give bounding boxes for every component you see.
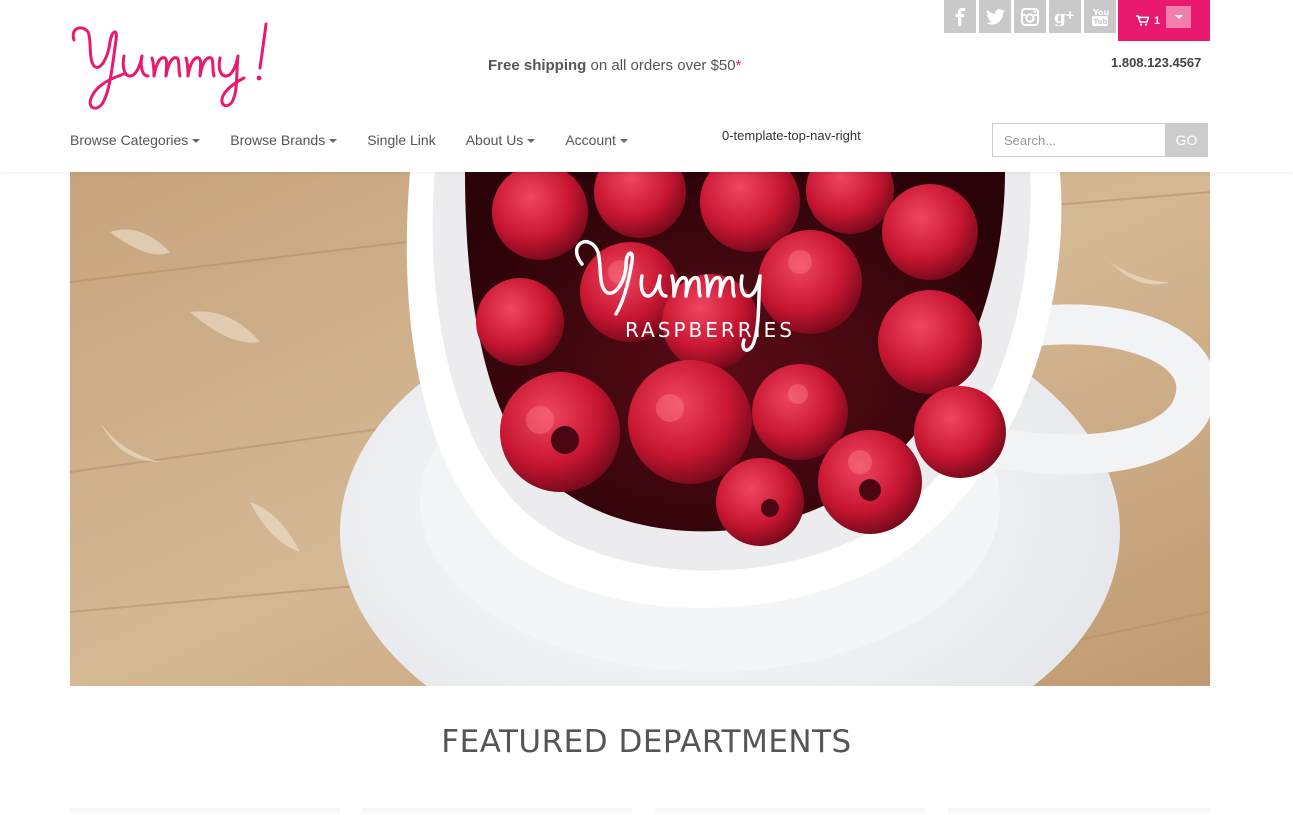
google-plus-icon[interactable]: g + [1049, 0, 1081, 33]
cart-dropdown-toggle[interactable] [1166, 6, 1191, 28]
caret-down-icon [192, 138, 201, 143]
cart-count: 1 [1154, 14, 1161, 27]
facebook-icon[interactable] [944, 0, 976, 33]
site-header: Free shipping on all orders over $50* 1.… [0, 0, 1293, 172]
department-tile[interactable] [362, 808, 632, 815]
twitter-icon[interactable] [979, 0, 1011, 33]
nav-label: About Us [465, 132, 524, 148]
cart-button[interactable]: 1 [1118, 0, 1210, 41]
department-tile[interactable] [70, 808, 340, 815]
caret-down-icon [329, 138, 338, 143]
search-go-button[interactable]: GO [1165, 123, 1208, 157]
nav-label: Account [565, 132, 616, 148]
svg-text:Tube: Tube [1094, 18, 1110, 26]
nav-right-text: 0-template-top-nav-right [722, 128, 861, 143]
nav-single-link[interactable]: Single Link [367, 132, 436, 148]
promo-banner: Free shipping on all orders over $50* [488, 57, 741, 74]
nav-account[interactable]: Account [565, 132, 628, 148]
hero-banner[interactable]: RASPBERRIES [70, 172, 1210, 686]
chevron-down-icon [1174, 15, 1183, 19]
instagram-icon[interactable] [1014, 0, 1046, 33]
nav-label: Browse Brands [230, 132, 326, 148]
social-links: g+ YouTube [944, 0, 1116, 33]
phone-number: 1.808.123.4567 [1111, 55, 1202, 70]
nav-about-us[interactable]: About Us [466, 132, 536, 148]
search-input[interactable] [992, 123, 1165, 157]
nav-browse-categories[interactable]: Browse Categories [70, 132, 201, 148]
nav-label: Single Link [367, 132, 436, 148]
hero-subtitle: RASPBERRIES [625, 318, 795, 342]
department-tile[interactable] [655, 808, 925, 815]
nav-label: Browse Categories [70, 132, 189, 148]
featured-departments-title: FEATURED DEPARTMENTS [441, 724, 852, 760]
caret-down-icon [619, 138, 628, 143]
search-form: GO [992, 123, 1208, 157]
site-logo[interactable] [68, 18, 283, 113]
cart-icon [1136, 15, 1149, 26]
nav-browse-brands[interactable]: Browse Brands [230, 132, 338, 148]
promo-asterisk: * [735, 57, 742, 74]
hero-image [70, 172, 1210, 686]
caret-down-icon [527, 138, 536, 143]
svg-text:You: You [1092, 8, 1109, 17]
promo-bold: Free shipping [488, 57, 587, 74]
department-tile[interactable] [948, 808, 1210, 815]
promo-text: on all orders over $50 [586, 57, 736, 74]
svg-text:+: + [1065, 8, 1075, 22]
youtube-icon[interactable]: YouTube [1084, 0, 1116, 33]
main-nav: Browse Categories Browse Brands Single L… [70, 132, 628, 148]
